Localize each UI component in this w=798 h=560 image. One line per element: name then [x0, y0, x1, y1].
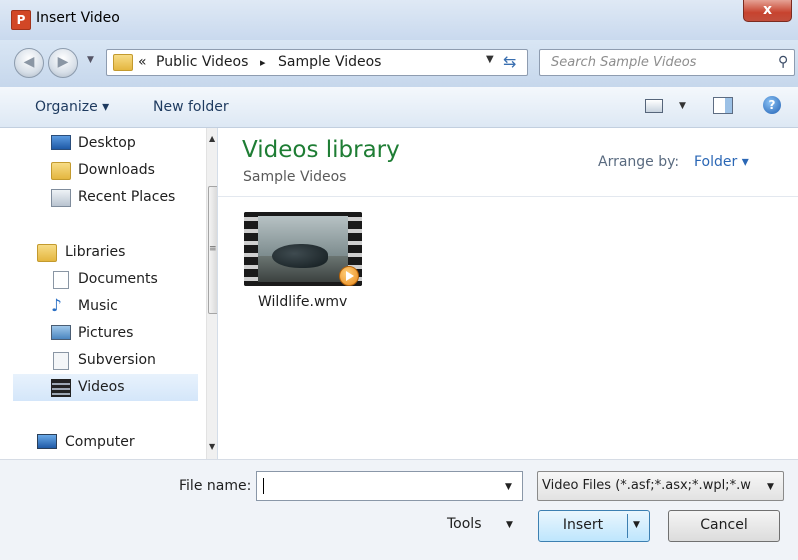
arrow-left-icon: ◀ — [23, 54, 35, 70]
text-caret — [263, 478, 264, 494]
nav-item-music[interactable]: ♪ Music — [13, 293, 198, 320]
forward-button[interactable]: ▶ — [48, 48, 78, 78]
nav-label: Computer — [65, 434, 135, 450]
refresh-icon[interactable]: ⇆ — [503, 52, 516, 71]
documents-icon — [53, 271, 69, 289]
scroll-up-icon[interactable]: ▲ — [209, 134, 215, 143]
insert-button[interactable]: Insert ▼ — [538, 510, 650, 542]
nav-item-computer[interactable]: Computer — [13, 429, 198, 456]
nav-scrollbar[interactable]: ▲ ≡ ▼ — [206, 128, 217, 459]
title-bar: P Insert Video x — [0, 0, 798, 40]
breadcrumb-separator-icon[interactable]: ▸ — [260, 56, 266, 69]
arrow-right-icon: ▶ — [57, 54, 69, 70]
file-type-select[interactable]: Video Files (*.asf;*.asx;*.wpl;*.w ▼ — [537, 471, 784, 501]
pictures-icon — [51, 325, 71, 340]
film-strip-left — [244, 212, 258, 286]
tools-dropdown-icon[interactable]: ▼ — [506, 520, 513, 530]
play-icon — [339, 266, 359, 286]
file-name-label[interactable]: Wildlife.wmv — [258, 294, 347, 310]
search-input[interactable]: Search Sample Videos ⚲ — [539, 49, 795, 76]
tools-button[interactable]: Tools — [447, 516, 482, 532]
subversion-icon — [53, 352, 69, 370]
nav-label: Desktop — [78, 135, 136, 151]
videos-icon — [51, 379, 71, 397]
libraries-icon — [37, 244, 57, 262]
insert-label: Insert — [562, 517, 604, 533]
arrange-by-label: Arrange by: — [598, 154, 680, 170]
dialog-footer: File name: ▼ Video Files (*.asf;*.asx;*.… — [0, 459, 798, 560]
nav-item-documents[interactable]: Documents — [13, 266, 198, 293]
folder-icon — [113, 54, 133, 71]
file-type-value: Video Files (*.asf;*.asx;*.wpl;*.w — [542, 478, 751, 493]
command-bar: Organize ▾ New folder ▼ ? — [0, 87, 798, 128]
back-button[interactable]: ◀ — [14, 48, 44, 78]
divider — [218, 196, 798, 197]
grip-icon: ≡ — [209, 244, 217, 254]
arrange-by-dropdown[interactable]: Folder ▾ — [694, 154, 749, 170]
nav-item-subversion[interactable]: Subversion — [13, 347, 198, 374]
music-icon: ♪ — [51, 296, 62, 316]
breadcrumb-overflow[interactable]: « — [138, 54, 147, 70]
nav-label: Pictures — [78, 325, 134, 341]
search-placeholder: Search Sample Videos — [551, 55, 697, 70]
nav-item-recent-places[interactable]: Recent Places — [13, 184, 198, 211]
new-folder-button[interactable]: New folder — [153, 99, 229, 115]
navigation-pane: Desktop Downloads Recent Places Librarie… — [13, 128, 218, 459]
nav-label: Downloads — [78, 162, 155, 178]
view-dropdown-icon[interactable]: ▼ — [679, 101, 686, 111]
computer-icon — [37, 434, 57, 449]
split-divider — [627, 514, 628, 538]
nav-label: Music — [78, 298, 118, 314]
window-title: Insert Video — [36, 10, 120, 26]
breadcrumb-sample-videos[interactable]: Sample Videos — [278, 54, 381, 70]
breadcrumb[interactable]: « Public Videos ▸ Sample Videos — [106, 49, 528, 76]
insert-dropdown-icon[interactable]: ▼ — [633, 511, 640, 540]
file-type-dropdown-icon[interactable]: ▼ — [767, 482, 774, 492]
address-bar: ◀ ▶ ▼ « Public Videos ▸ Sample Videos ▼ … — [0, 40, 798, 87]
file-name-input[interactable]: ▼ — [256, 471, 523, 501]
powerpoint-icon: P — [11, 10, 31, 30]
nav-label: Videos — [78, 379, 125, 395]
nav-item-pictures[interactable]: Pictures — [13, 320, 198, 347]
nav-label: Libraries — [65, 244, 126, 260]
thumbnail-whale — [272, 244, 328, 268]
desktop-icon — [51, 135, 71, 150]
cancel-button[interactable]: Cancel — [668, 510, 780, 542]
nav-label: Subversion — [78, 352, 156, 368]
downloads-icon — [51, 162, 71, 180]
nav-item-libraries[interactable]: Libraries — [13, 239, 198, 266]
file-name-field-label: File name: — [179, 478, 252, 494]
organize-button[interactable]: Organize ▾ — [35, 99, 109, 115]
recent-locations-dropdown-icon[interactable]: ▼ — [87, 55, 94, 65]
nav-item-desktop[interactable]: Desktop — [13, 130, 198, 157]
close-button[interactable]: x — [743, 0, 792, 22]
help-icon[interactable]: ? — [763, 96, 781, 114]
nav-item-videos[interactable]: Videos — [13, 374, 198, 401]
recent-places-icon — [51, 189, 71, 207]
library-title: Videos library — [242, 137, 400, 163]
library-subtitle: Sample Videos — [243, 169, 347, 185]
scroll-down-icon[interactable]: ▼ — [209, 442, 215, 451]
change-view-icon[interactable] — [645, 99, 663, 113]
address-dropdown-icon[interactable]: ▼ — [486, 54, 494, 65]
nav-item-downloads[interactable]: Downloads — [13, 157, 198, 184]
nav-label: Recent Places — [78, 189, 176, 205]
breadcrumb-public-videos[interactable]: Public Videos — [156, 54, 248, 70]
search-icon[interactable]: ⚲ — [778, 54, 788, 70]
nav-label: Documents — [78, 271, 158, 287]
file-name-dropdown-icon[interactable]: ▼ — [505, 482, 512, 492]
preview-pane-icon[interactable] — [713, 97, 733, 114]
file-list: Videos library Sample Videos Arrange by:… — [218, 128, 798, 459]
